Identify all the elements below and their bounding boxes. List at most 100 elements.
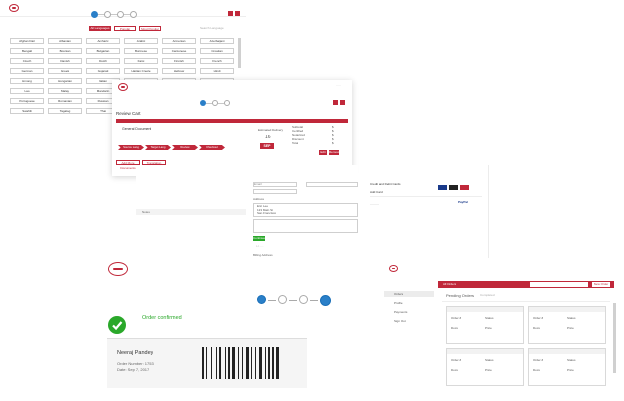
scrollbar[interactable] xyxy=(238,38,241,68)
language-option[interactable]: Haitian Creole xyxy=(124,68,158,74)
language-option[interactable]: Czech xyxy=(10,58,44,64)
scrollbar[interactable] xyxy=(613,303,616,373)
sidebar-item[interactable]: Orders xyxy=(384,291,434,297)
remove-button[interactable]: Remove xyxy=(329,150,340,155)
cart-button[interactable] xyxy=(228,11,233,16)
price-row-value: $ xyxy=(332,138,334,141)
sidebar-item[interactable]: Profile xyxy=(384,300,434,306)
language-option[interactable]: Danish xyxy=(48,58,82,64)
step-indicator-1[interactable] xyxy=(91,11,98,18)
step-upload-icon[interactable] xyxy=(257,295,266,304)
edit-button[interactable]: Edit xyxy=(319,150,327,155)
order-field: Order # xyxy=(451,359,462,362)
tab-pending-orders[interactable]: Pending Orders xyxy=(446,293,474,298)
language-option[interactable]: Croatian xyxy=(200,48,234,54)
order-field: Price xyxy=(567,369,574,372)
language-option[interactable]: Portuguese xyxy=(10,98,44,104)
search-input[interactable] xyxy=(530,282,588,287)
tab-all-languages[interactable]: All Languages xyxy=(89,26,111,31)
language-option[interactable]: Dutch xyxy=(86,58,120,64)
step-confirm-icon[interactable] xyxy=(320,295,331,306)
step-document-icon[interactable] xyxy=(278,295,287,304)
continue-button[interactable]: Continue xyxy=(253,236,265,241)
language-option[interactable]: French xyxy=(200,58,234,64)
price-row-value: $ xyxy=(332,142,334,145)
language-option[interactable]: Greek xyxy=(48,68,82,74)
barcode xyxy=(202,347,287,379)
menu-button[interactable] xyxy=(235,11,240,16)
language-option[interactable]: Hindi xyxy=(200,68,234,74)
address-line: San Francisco xyxy=(257,212,277,215)
second-field[interactable] xyxy=(306,182,358,187)
language-option[interactable]: Tagalog xyxy=(48,108,82,114)
language-option[interactable]: Hungarian xyxy=(48,78,82,84)
same-billing-checkbox[interactable]: ☐ ···· xyxy=(256,245,264,248)
barcode-bar xyxy=(258,347,262,379)
price-row-label: Discount xyxy=(292,138,304,141)
check-circle-icon xyxy=(108,316,126,334)
language-option[interactable]: Hmong xyxy=(10,78,44,84)
language-option[interactable]: Amharic xyxy=(86,38,120,44)
order-field: Order # xyxy=(451,317,462,320)
cart-button[interactable] xyxy=(333,100,338,105)
language-option[interactable]: Bosnian xyxy=(48,48,82,54)
sidebar-item[interactable]: Sign Out xyxy=(384,318,434,324)
table-header-bar xyxy=(116,119,348,123)
barcode-bar xyxy=(225,347,226,379)
language-option[interactable]: Bulgarian xyxy=(86,48,120,54)
step-indicator-2[interactable] xyxy=(104,11,111,18)
language-option[interactable]: Finnish xyxy=(162,58,196,64)
add-card-link[interactable]: Add Card xyxy=(370,191,383,194)
language-option[interactable]: Burmese xyxy=(124,48,158,54)
tab-completed[interactable]: Completed xyxy=(480,294,495,297)
address-label: Address xyxy=(253,198,265,201)
language-option[interactable]: Malay xyxy=(48,88,82,94)
language-option[interactable]: Swahili xyxy=(10,108,44,114)
language-option[interactable]: Azerbaijani xyxy=(200,38,234,44)
language-option[interactable]: Afghan Dari xyxy=(10,38,44,44)
step-payment-icon[interactable] xyxy=(299,295,308,304)
language-option[interactable]: Cantonese xyxy=(162,48,196,54)
language-option[interactable]: Albanian xyxy=(48,38,82,44)
language-option[interactable]: Armenian xyxy=(162,38,196,44)
language-option[interactable]: German xyxy=(10,68,44,74)
language-option[interactable]: Arabic xyxy=(124,38,158,44)
language-option[interactable]: Hebrew xyxy=(162,68,196,74)
step-indicator-4[interactable] xyxy=(130,11,137,18)
third-field[interactable] xyxy=(253,189,297,194)
sidebar-item[interactable]: Payments xyxy=(384,309,434,315)
visa-icon[interactable] xyxy=(438,185,447,190)
order-card-header xyxy=(529,307,605,312)
tab-most-popular[interactable]: Most Popular xyxy=(139,26,161,31)
header-link[interactable]: ····· xyxy=(336,84,341,87)
billing-label: Billing Address xyxy=(253,254,273,257)
order-card[interactable]: Order # Status Docs Price xyxy=(528,348,606,386)
language-option[interactable]: Bengali xyxy=(10,48,44,54)
new-order-button[interactable]: New Order xyxy=(592,282,610,287)
paypal-label: ········· xyxy=(370,203,379,206)
menu-button[interactable] xyxy=(340,100,345,105)
order-card[interactable]: Order # Status Docs Price xyxy=(446,306,524,344)
language-option[interactable]: Lao xyxy=(10,88,44,94)
barcode-bar xyxy=(251,347,253,379)
mastercard-icon[interactable] xyxy=(449,185,458,190)
tab-popular[interactable]: Popular xyxy=(114,26,136,31)
language-option[interactable]: Romanian xyxy=(48,98,82,104)
order-card-header xyxy=(529,349,605,354)
order-card[interactable]: Order # Status Docs Price xyxy=(446,348,524,386)
notes-box[interactable] xyxy=(253,219,358,233)
step-indicator-3[interactable] xyxy=(117,11,124,18)
brand-logo xyxy=(389,265,398,272)
order-card[interactable]: Order # Status Docs Price xyxy=(528,306,606,344)
search-language-input[interactable]: Search Language xyxy=(200,27,240,30)
order-field: Price xyxy=(485,369,492,372)
language-option[interactable]: Farsi xyxy=(124,58,158,64)
paypal-logo[interactable]: PayPal xyxy=(458,201,468,204)
step-indicator-3[interactable] xyxy=(224,100,230,106)
language-option[interactable]: Gujarati xyxy=(86,68,120,74)
amex-icon[interactable] xyxy=(460,185,469,190)
barcode-bar xyxy=(246,347,249,379)
notes-label: Notes xyxy=(142,211,150,214)
panel-divider xyxy=(488,165,489,260)
barcode-bar xyxy=(264,347,266,379)
